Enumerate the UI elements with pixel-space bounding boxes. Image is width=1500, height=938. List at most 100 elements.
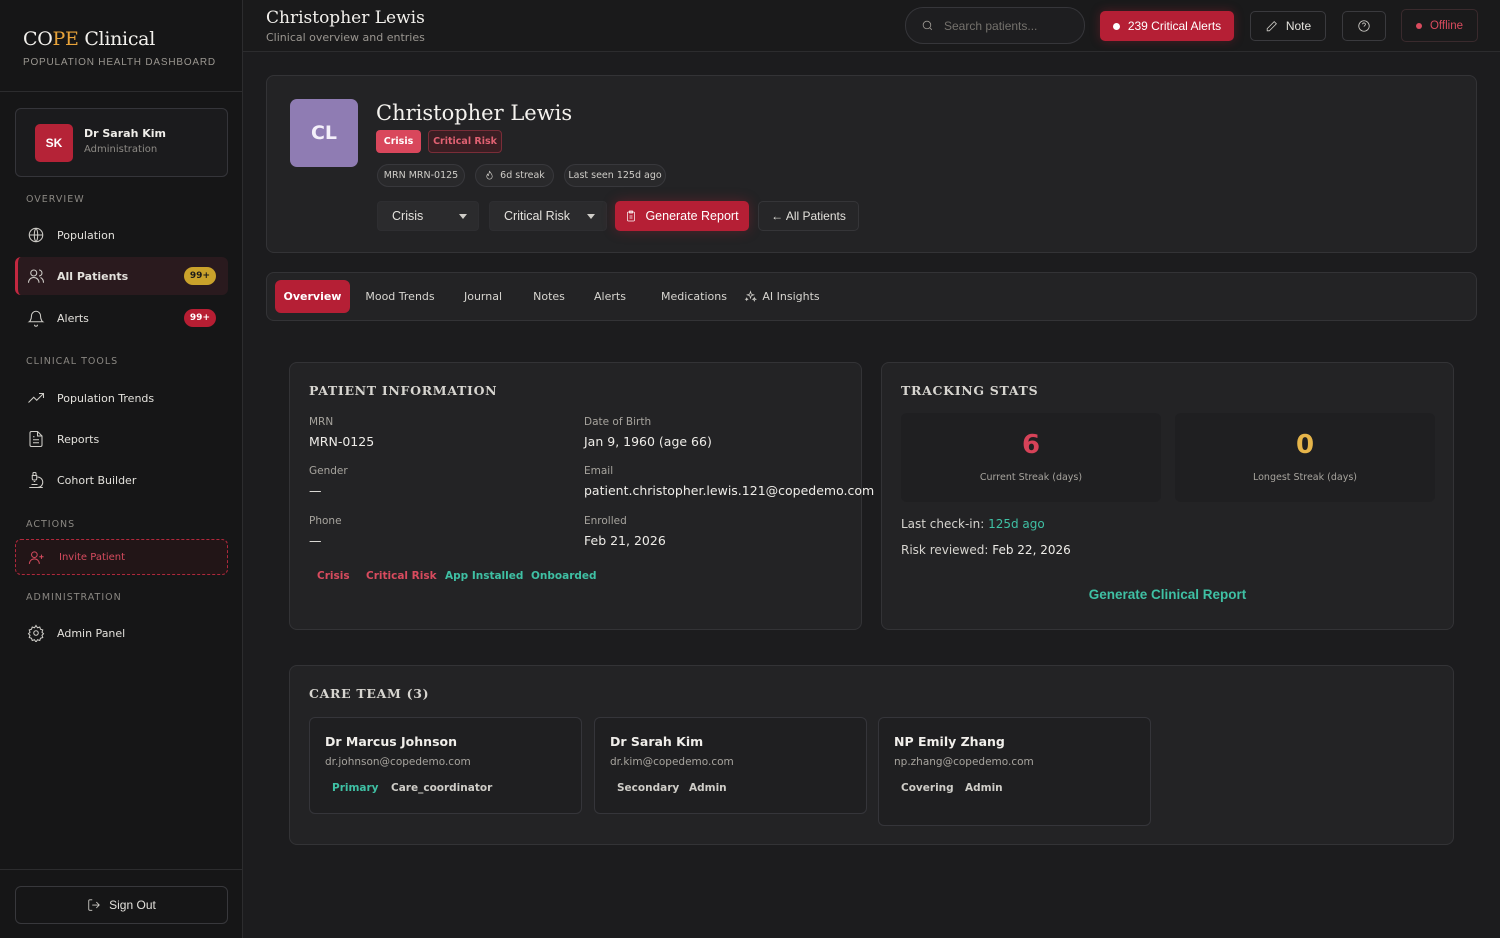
- help-button[interactable]: [1342, 11, 1386, 41]
- care-team-member[interactable]: Dr Marcus Johnson dr.johnson@copedemo.co…: [309, 717, 582, 814]
- current-streak-label: Current Streak (days): [979, 472, 1083, 483]
- risk-reviewed-label: Risk reviewed:: [901, 543, 993, 557]
- member-email: np.zhang@copedemo.com: [894, 756, 1034, 768]
- risk-select-value: Critical Risk: [504, 209, 570, 223]
- sidebar-item-label: Population Trends: [57, 391, 155, 405]
- user-plus-icon: [28, 550, 44, 564]
- card-title: CARE TEAM (3): [309, 686, 430, 701]
- nav-section-overview: OVERVIEW: [26, 194, 85, 205]
- brand-name[interactable]: COPE Clinical: [23, 28, 219, 50]
- status-select-value: Crisis: [392, 209, 424, 223]
- critical-alerts-button[interactable]: 239 Critical Alerts: [1100, 11, 1234, 41]
- brand: COPE Clinical POPULATION HEALTH DASHBOAR…: [0, 0, 242, 92]
- bell-icon: [27, 310, 45, 327]
- generate-clinical-report-button[interactable]: Generate Clinical Report: [882, 587, 1453, 602]
- risk-reviewed: Risk reviewed: Feb 22, 2026: [901, 543, 1071, 557]
- patient-avatar: CL: [290, 99, 358, 167]
- status-badge-risk: Critical Risk: [428, 130, 502, 153]
- email-value[interactable]: patient.christopher.lewis.121@copedemo.c…: [584, 483, 874, 498]
- sidebar-item-admin-panel[interactable]: Admin Panel: [15, 614, 228, 652]
- sidebar-item-alerts[interactable]: Alerts 99+: [15, 299, 228, 337]
- file-text-icon: [29, 430, 43, 448]
- nav-section-clinical-tools: CLINICAL TOOLS: [26, 356, 119, 367]
- gender-label: Gender: [309, 465, 348, 477]
- sidebar-footer: Sign Out: [0, 869, 243, 938]
- chevron-down-icon: [459, 214, 467, 219]
- page-title: Christopher Lewis: [266, 8, 425, 28]
- current-streak-box: 6 Current Streak (days): [901, 413, 1161, 502]
- help-circle-icon: [1358, 20, 1370, 32]
- member-name: Dr Marcus Johnson: [325, 734, 457, 749]
- tab-overview[interactable]: Overview: [275, 280, 350, 313]
- tab-mood-trends[interactable]: Mood Trends: [360, 280, 440, 313]
- last-checkin-value: 125d ago: [988, 517, 1045, 531]
- nav-section-administration: ADMINISTRATION: [26, 592, 122, 603]
- dob-label: Date of Birth: [584, 416, 652, 428]
- tag-app-installed: App Installed: [445, 570, 524, 582]
- longest-streak-label: Longest Streak (days): [1252, 472, 1357, 483]
- tag-critical-risk: Critical Risk: [366, 570, 437, 582]
- member-type: Admin: [689, 782, 727, 794]
- streak-label: 6d streak: [500, 170, 545, 181]
- flame-icon: [486, 170, 493, 180]
- user-card[interactable]: SK Dr Sarah Kim Administration: [15, 108, 228, 177]
- sign-out-button[interactable]: Sign Out: [15, 886, 228, 924]
- chevron-down-icon: [587, 214, 595, 219]
- mrn-chip: MRN MRN-0125: [377, 164, 465, 187]
- sidebar-item-cohort-builder[interactable]: Cohort Builder: [15, 461, 228, 499]
- member-type: Care_coordinator: [391, 782, 493, 794]
- tab-label: AI Insights: [762, 290, 820, 303]
- note-label: Note: [1285, 19, 1312, 33]
- search-icon: [922, 20, 933, 31]
- risk-reviewed-value: Feb 22, 2026: [992, 543, 1071, 557]
- member-email: dr.johnson@copedemo.com: [325, 756, 471, 768]
- count-badge: 99+: [183, 267, 216, 285]
- member-name: Dr Sarah Kim: [610, 734, 704, 749]
- email-label: Email: [584, 465, 614, 477]
- user-name: Dr Sarah Kim: [84, 127, 166, 140]
- search-input[interactable]: [944, 18, 1074, 33]
- sidebar-item-label: Population: [57, 228, 115, 242]
- tab-alerts[interactable]: Alerts: [584, 280, 636, 313]
- top-bar: Christopher Lewis Clinical overview and …: [243, 0, 1500, 52]
- generate-report-button[interactable]: Generate Report: [615, 201, 749, 231]
- trending-up-icon: [28, 392, 45, 403]
- search-field[interactable]: [905, 7, 1085, 44]
- enrolled-label: Enrolled: [584, 515, 627, 527]
- member-name: NP Emily Zhang: [894, 734, 1005, 749]
- avatar: SK: [35, 124, 73, 162]
- tracking-stats-card: TRACKING STATS 6 Current Streak (days) 0…: [881, 362, 1454, 630]
- last-checkin: Last check-in: 125d ago: [901, 517, 1045, 531]
- sidebar-item-reports[interactable]: Reports: [15, 420, 228, 458]
- sidebar-item-population-trends[interactable]: Population Trends: [15, 379, 228, 417]
- nav-section-actions: ACTIONS: [26, 519, 76, 530]
- tab-journal[interactable]: Journal: [452, 280, 514, 313]
- all-patients-button[interactable]: ← All Patients: [758, 201, 859, 231]
- care-team-member[interactable]: NP Emily Zhang np.zhang@copedemo.com Cov…: [878, 717, 1151, 826]
- sidebar-item-label: Reports: [57, 432, 100, 446]
- risk-select[interactable]: Critical Risk: [489, 201, 607, 231]
- user-role: Administration: [84, 144, 158, 155]
- tab-notes[interactable]: Notes: [524, 280, 574, 313]
- sidebar-item-label: Cohort Builder: [57, 473, 137, 487]
- tab-medications[interactable]: Medications: [646, 280, 742, 313]
- member-type: Admin: [965, 782, 1003, 794]
- sidebar-item-all-patients[interactable]: All Patients 99+: [15, 257, 228, 295]
- tab-ai-insights[interactable]: AI Insights: [742, 280, 822, 313]
- phone-label: Phone: [309, 515, 342, 527]
- member-email: dr.kim@copedemo.com: [610, 756, 734, 768]
- invite-patient-button[interactable]: Invite Patient: [15, 539, 228, 575]
- sign-out-label: Sign Out: [109, 898, 156, 912]
- dob-value: Jan 9, 1960 (age 66): [584, 434, 712, 449]
- patient-name: Christopher Lewis: [376, 101, 573, 125]
- current-streak-value: 6: [1021, 430, 1041, 460]
- status-select[interactable]: Crisis: [377, 201, 479, 231]
- mrn-value: MRN-0125: [309, 434, 375, 449]
- patient-information-card: PATIENT INFORMATION MRN MRN-0125 Date of…: [289, 362, 874, 630]
- connection-status[interactable]: Offline: [1401, 9, 1478, 42]
- enrolled-value: Feb 21, 2026: [584, 533, 666, 548]
- care-team-member[interactable]: Dr Sarah Kim dr.kim@copedemo.com Seconda…: [594, 717, 867, 814]
- member-role: Covering: [901, 782, 954, 794]
- sidebar-item-population[interactable]: Population: [15, 216, 228, 254]
- note-button[interactable]: Note: [1250, 11, 1326, 41]
